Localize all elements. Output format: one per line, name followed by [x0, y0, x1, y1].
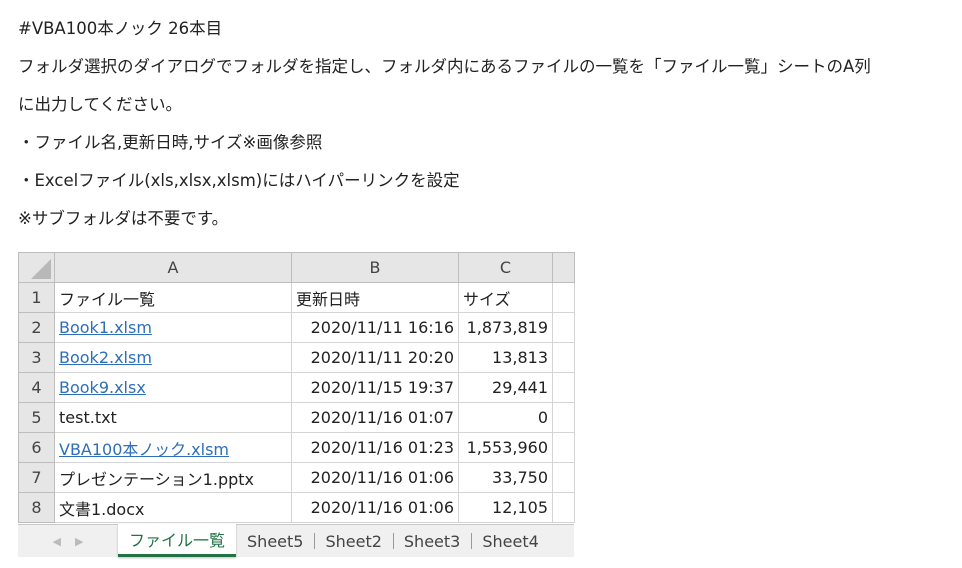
- tab-file-list[interactable]: ファイル一覧: [118, 524, 237, 557]
- column-header-a[interactable]: A: [54, 252, 292, 283]
- bullet-file-info: ・ファイル名,更新日時,サイズ※画像参照: [18, 133, 323, 152]
- row-header[interactable]: 4: [18, 372, 55, 403]
- row-header[interactable]: 8: [18, 492, 55, 523]
- column-header-b[interactable]: B: [291, 252, 459, 283]
- cell-c5[interactable]: 0: [458, 402, 553, 433]
- row-header[interactable]: 3: [18, 342, 55, 373]
- table-row: 6 VBA100本ノック.xlsm 2020/11/16 01:23 1,553…: [18, 432, 575, 463]
- cell-d3[interactable]: [552, 342, 575, 373]
- tab-sheet5[interactable]: Sheet5: [236, 525, 314, 557]
- row-header[interactable]: 6: [18, 432, 55, 463]
- select-all-corner[interactable]: [18, 252, 55, 283]
- cell-c7[interactable]: 33,750: [458, 462, 553, 493]
- cell-b8[interactable]: 2020/11/16 01:06: [291, 492, 459, 523]
- table-row: 5 test.txt 2020/11/16 01:07 0: [18, 402, 575, 433]
- cell-c4[interactable]: 29,441: [458, 372, 553, 403]
- sheet-nav: ◀ ▶: [18, 525, 118, 557]
- column-header-d-partial[interactable]: [552, 252, 575, 283]
- table-row: 1 ファイル一覧 更新日時 サイズ: [18, 282, 575, 313]
- cell-a3[interactable]: Book2.xlsm: [54, 342, 292, 373]
- cell-b5[interactable]: 2020/11/16 01:07: [291, 402, 459, 433]
- cell-c1[interactable]: サイズ: [458, 282, 553, 313]
- cell-b4[interactable]: 2020/11/15 19:37: [291, 372, 459, 403]
- cell-a8[interactable]: 文書1.docx: [54, 492, 292, 523]
- cell-b2[interactable]: 2020/11/11 16:16: [291, 312, 459, 343]
- title-line: #VBA100本ノック 26本目: [18, 19, 223, 38]
- problem-description: #VBA100本ノック 26本目 フォルダ選択のダイアログでフォルダを指定し、フ…: [18, 10, 953, 238]
- cell-b3[interactable]: 2020/11/11 20:20: [291, 342, 459, 373]
- spreadsheet-screenshot: A B C 1 ファイル一覧 更新日時 サイズ 2 Book1.xlsm 202…: [18, 252, 575, 557]
- cell-b1[interactable]: 更新日時: [291, 282, 459, 313]
- cell-c8[interactable]: 12,105: [458, 492, 553, 523]
- cell-c2[interactable]: 1,873,819: [458, 312, 553, 343]
- cell-a6[interactable]: VBA100本ノック.xlsm: [54, 432, 292, 463]
- row-header[interactable]: 7: [18, 462, 55, 493]
- cell-d6[interactable]: [552, 432, 575, 463]
- tab-bar-filler: [550, 525, 574, 557]
- sheet-tab-bar: ◀ ▶ ファイル一覧 Sheet5 Sheet2 Sheet3 Sheet4: [18, 524, 574, 557]
- select-all-icon: [31, 259, 51, 279]
- row-header[interactable]: 1: [18, 282, 55, 313]
- cell-d1[interactable]: [552, 282, 575, 313]
- instruction-line: フォルダ選択のダイアログでフォルダを指定し、フォルダ内にあるファイルの一覧を「フ…: [18, 57, 871, 76]
- scroll-tabs-right-icon[interactable]: ▶: [75, 535, 83, 548]
- table-row: 3 Book2.xlsm 2020/11/11 20:20 13,813: [18, 342, 575, 373]
- scroll-tabs-left-icon[interactable]: ◀: [53, 535, 61, 548]
- cell-d7[interactable]: [552, 462, 575, 493]
- worksheet-grid: A B C 1 ファイル一覧 更新日時 サイズ 2 Book1.xlsm 202…: [18, 252, 575, 523]
- file-hyperlink[interactable]: Book9.xlsx: [59, 378, 146, 397]
- bullet-hyperlink: ・Excelファイル(xls,xlsx,xlsm)にはハイパーリンクを設定: [18, 171, 460, 190]
- cell-c6[interactable]: 1,553,960: [458, 432, 553, 463]
- file-hyperlink[interactable]: VBA100本ノック.xlsm: [59, 440, 229, 459]
- cell-c3[interactable]: 13,813: [458, 342, 553, 373]
- table-row: 8 文書1.docx 2020/11/16 01:06 12,105: [18, 492, 575, 523]
- column-header-row: A B C: [18, 252, 575, 283]
- row-header[interactable]: 2: [18, 312, 55, 343]
- cell-a2[interactable]: Book1.xlsm: [54, 312, 292, 343]
- table-row: 7 プレゼンテーション1.pptx 2020/11/16 01:06 33,75…: [18, 462, 575, 493]
- cell-d5[interactable]: [552, 402, 575, 433]
- cell-a1[interactable]: ファイル一覧: [54, 282, 292, 313]
- cell-a4[interactable]: Book9.xlsx: [54, 372, 292, 403]
- column-header-c[interactable]: C: [458, 252, 553, 283]
- instruction-line-cont: に出力してください。: [18, 95, 183, 114]
- table-row: 4 Book9.xlsx 2020/11/15 19:37 29,441: [18, 372, 575, 403]
- table-row: 2 Book1.xlsm 2020/11/11 16:16 1,873,819: [18, 312, 575, 343]
- note-subfolder: ※サブフォルダは不要です。: [18, 209, 229, 228]
- cell-a7[interactable]: プレゼンテーション1.pptx: [54, 462, 292, 493]
- tab-sheet3[interactable]: Sheet3: [392, 525, 471, 557]
- cell-b7[interactable]: 2020/11/16 01:06: [291, 462, 459, 493]
- cell-a5[interactable]: test.txt: [54, 402, 292, 433]
- cell-d4[interactable]: [552, 372, 575, 403]
- cell-d2[interactable]: [552, 312, 575, 343]
- tab-sheet2[interactable]: Sheet2: [314, 525, 392, 557]
- file-hyperlink[interactable]: Book2.xlsm: [59, 348, 152, 367]
- cell-d8[interactable]: [552, 492, 575, 523]
- file-hyperlink[interactable]: Book1.xlsm: [59, 318, 152, 337]
- tab-sheet4[interactable]: Sheet4: [471, 525, 549, 557]
- cell-b6[interactable]: 2020/11/16 01:23: [291, 432, 459, 463]
- row-header[interactable]: 5: [18, 402, 55, 433]
